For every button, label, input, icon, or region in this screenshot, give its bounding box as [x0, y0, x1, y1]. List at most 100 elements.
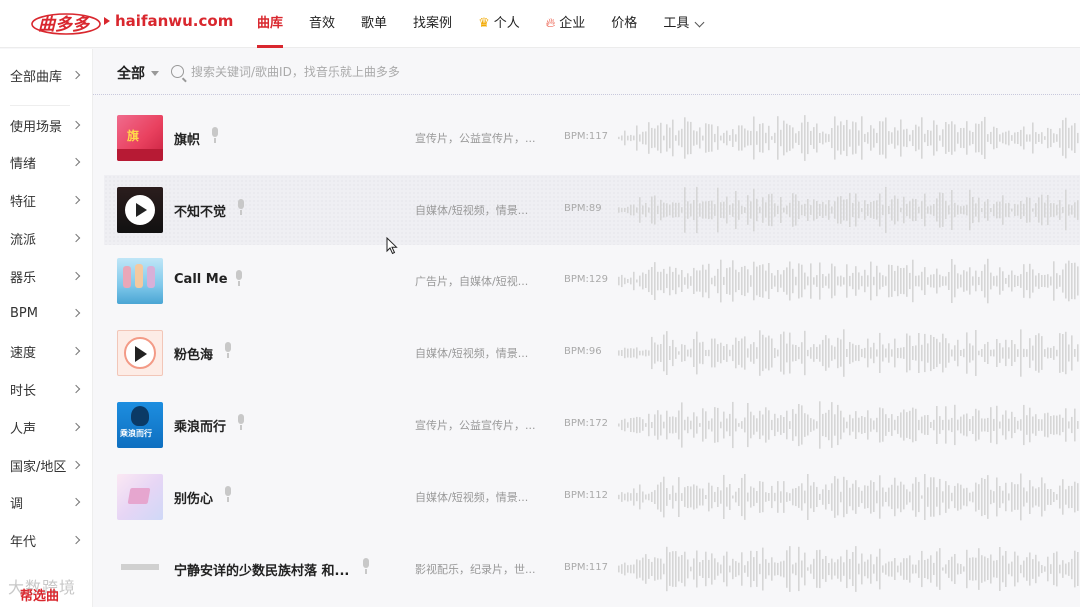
sidebar-item-mood[interactable]: 情绪 [10, 150, 82, 174]
waveform-bar [810, 564, 812, 574]
cover-image[interactable] [117, 330, 163, 376]
cover-image[interactable]: 旗 [117, 115, 163, 161]
track-title[interactable]: Call Me [174, 272, 228, 287]
nav-cases[interactable]: 找案例 [400, 0, 465, 48]
waveform-bar [1053, 415, 1055, 435]
waveform-bar [924, 267, 926, 295]
waveform-bar [669, 127, 671, 149]
site-domain[interactable]: haifanwu.com [115, 12, 233, 30]
sidebar-item-label: BPM [10, 305, 38, 321]
nav-tools[interactable]: 工具 [650, 0, 716, 48]
waveform[interactable] [618, 113, 1080, 163]
waveform-bar [855, 122, 857, 154]
waveform-bar [651, 267, 653, 295]
waveform-bar [711, 485, 713, 509]
waveform-bar [1053, 492, 1055, 502]
waveform-bar [744, 265, 746, 297]
waveform-bar [906, 412, 908, 438]
nav-library[interactable]: 曲库 [244, 0, 296, 48]
track-title[interactable]: 乘浪而行 [174, 416, 226, 435]
nav-sound-effects[interactable]: 音效 [296, 0, 348, 48]
sidebar-item-bpm[interactable]: BPM [10, 301, 82, 325]
track-title[interactable]: 旗帜 [174, 129, 200, 148]
sidebar-item-duration[interactable]: 时长 [10, 377, 82, 401]
track-row[interactable]: 宁静安详的少数民族村落 和... 影视配乐，纪录片，世... BPM:117 [104, 534, 1080, 604]
search-input[interactable] [191, 61, 691, 83]
waveform-bar [975, 330, 977, 376]
waveform-bar [1071, 558, 1073, 580]
waveform-bar [909, 491, 911, 503]
nav-playlists[interactable]: 歌单 [348, 0, 400, 48]
waveform-bar [1065, 263, 1067, 299]
waveform[interactable] [618, 400, 1080, 450]
waveform[interactable] [618, 256, 1080, 306]
track-title[interactable]: 别伤心 [174, 488, 213, 507]
track-row[interactable]: 别伤心 自媒体/短视频，情景... BPM:112 [104, 462, 1080, 532]
sidebar-item-region[interactable]: 国家/地区 [10, 453, 82, 477]
waveform-bar [918, 206, 920, 214]
track-title[interactable]: 宁静安详的少数民族村落 和... [174, 560, 349, 579]
waveform[interactable] [618, 185, 1080, 235]
waveform-bar [684, 551, 686, 587]
track-row[interactable]: Call Me 广告片，自媒体/短视... BPM:129 [104, 246, 1080, 316]
chevron-right-icon [71, 384, 81, 394]
waveform-bar [651, 561, 653, 576]
sidebar-item-feature[interactable]: 特征 [10, 188, 82, 212]
sidebar-item-instrument[interactable]: 器乐 [10, 264, 82, 288]
sidebar-item-label: 流派 [10, 232, 37, 248]
waveform-bar [774, 348, 776, 358]
waveform-bar [855, 546, 857, 592]
cover-image[interactable]: 乘浪而行 [117, 402, 163, 448]
cover-image[interactable] [117, 546, 163, 592]
waveform-bar [687, 416, 689, 434]
track-row[interactable]: 不知不觉 自媒体/短视频，情景... BPM:89 [104, 175, 1080, 245]
waveform-bar [810, 205, 812, 215]
waveform-bar [684, 187, 686, 233]
waveform-bar [711, 418, 713, 432]
sidebar-item-all[interactable]: 全部曲库 [10, 63, 82, 87]
waveform-bar [996, 128, 998, 149]
waveform-bar [948, 343, 950, 363]
sidebar-item-vocal[interactable]: 人声 [10, 415, 82, 439]
waveform-bar [864, 417, 866, 433]
waveform-bar [963, 566, 965, 572]
waveform-bar [909, 134, 911, 142]
category-select[interactable]: 全部 [117, 63, 159, 83]
track-title[interactable]: 不知不觉 [174, 201, 226, 220]
waveform-bar [861, 275, 863, 287]
track-title[interactable]: 粉色海 [174, 344, 213, 363]
nav-enterprise[interactable]: 🔥︎ 企业 [533, 0, 599, 48]
nav-pricing[interactable]: 价格 [598, 0, 650, 48]
site-logo[interactable]: 曲多多 [30, 10, 102, 36]
sidebar-item-label: 年代 [10, 534, 37, 550]
play-icon[interactable] [135, 346, 147, 362]
waveform-bar [762, 197, 764, 223]
waveform-bar [726, 418, 728, 432]
waveform-bar [738, 200, 740, 220]
waveform-bar [999, 267, 1001, 295]
waveform[interactable] [618, 472, 1080, 522]
cover-image[interactable] [117, 187, 163, 233]
waveform[interactable] [618, 328, 1080, 378]
sidebar-item-speed[interactable]: 速度 [10, 339, 82, 363]
waveform-bar [783, 270, 785, 292]
track-row[interactable]: 旗 旗帜 宣传片，公益宣传片，... BPM:117 [104, 103, 1080, 173]
waveform-bar [957, 483, 959, 511]
cover-image[interactable] [117, 258, 163, 304]
waveform-bar [684, 419, 686, 431]
waveform[interactable] [618, 544, 1080, 594]
sidebar-item-era[interactable]: 年代 [10, 528, 82, 552]
waveform-bar [795, 194, 797, 226]
cover-image[interactable] [117, 474, 163, 520]
waveform-bar [900, 207, 902, 213]
nav-personal[interactable]: ♛ 个人 [465, 0, 533, 48]
play-icon[interactable] [125, 195, 155, 225]
track-row[interactable]: 粉色海 自媒体/短视频，情景... BPM:96 [104, 318, 1080, 388]
sidebar-item-key[interactable]: 调 [10, 490, 82, 514]
sidebar-item-scene[interactable]: 使用场景 [10, 113, 82, 137]
waveform-bar [993, 203, 995, 217]
mic-icon [236, 199, 245, 215]
waveform-bar [687, 201, 689, 219]
track-row[interactable]: 乘浪而行 乘浪而行 宣传片，公益宣传片，... BPM:172 [104, 390, 1080, 460]
sidebar-item-genre[interactable]: 流派 [10, 226, 82, 250]
